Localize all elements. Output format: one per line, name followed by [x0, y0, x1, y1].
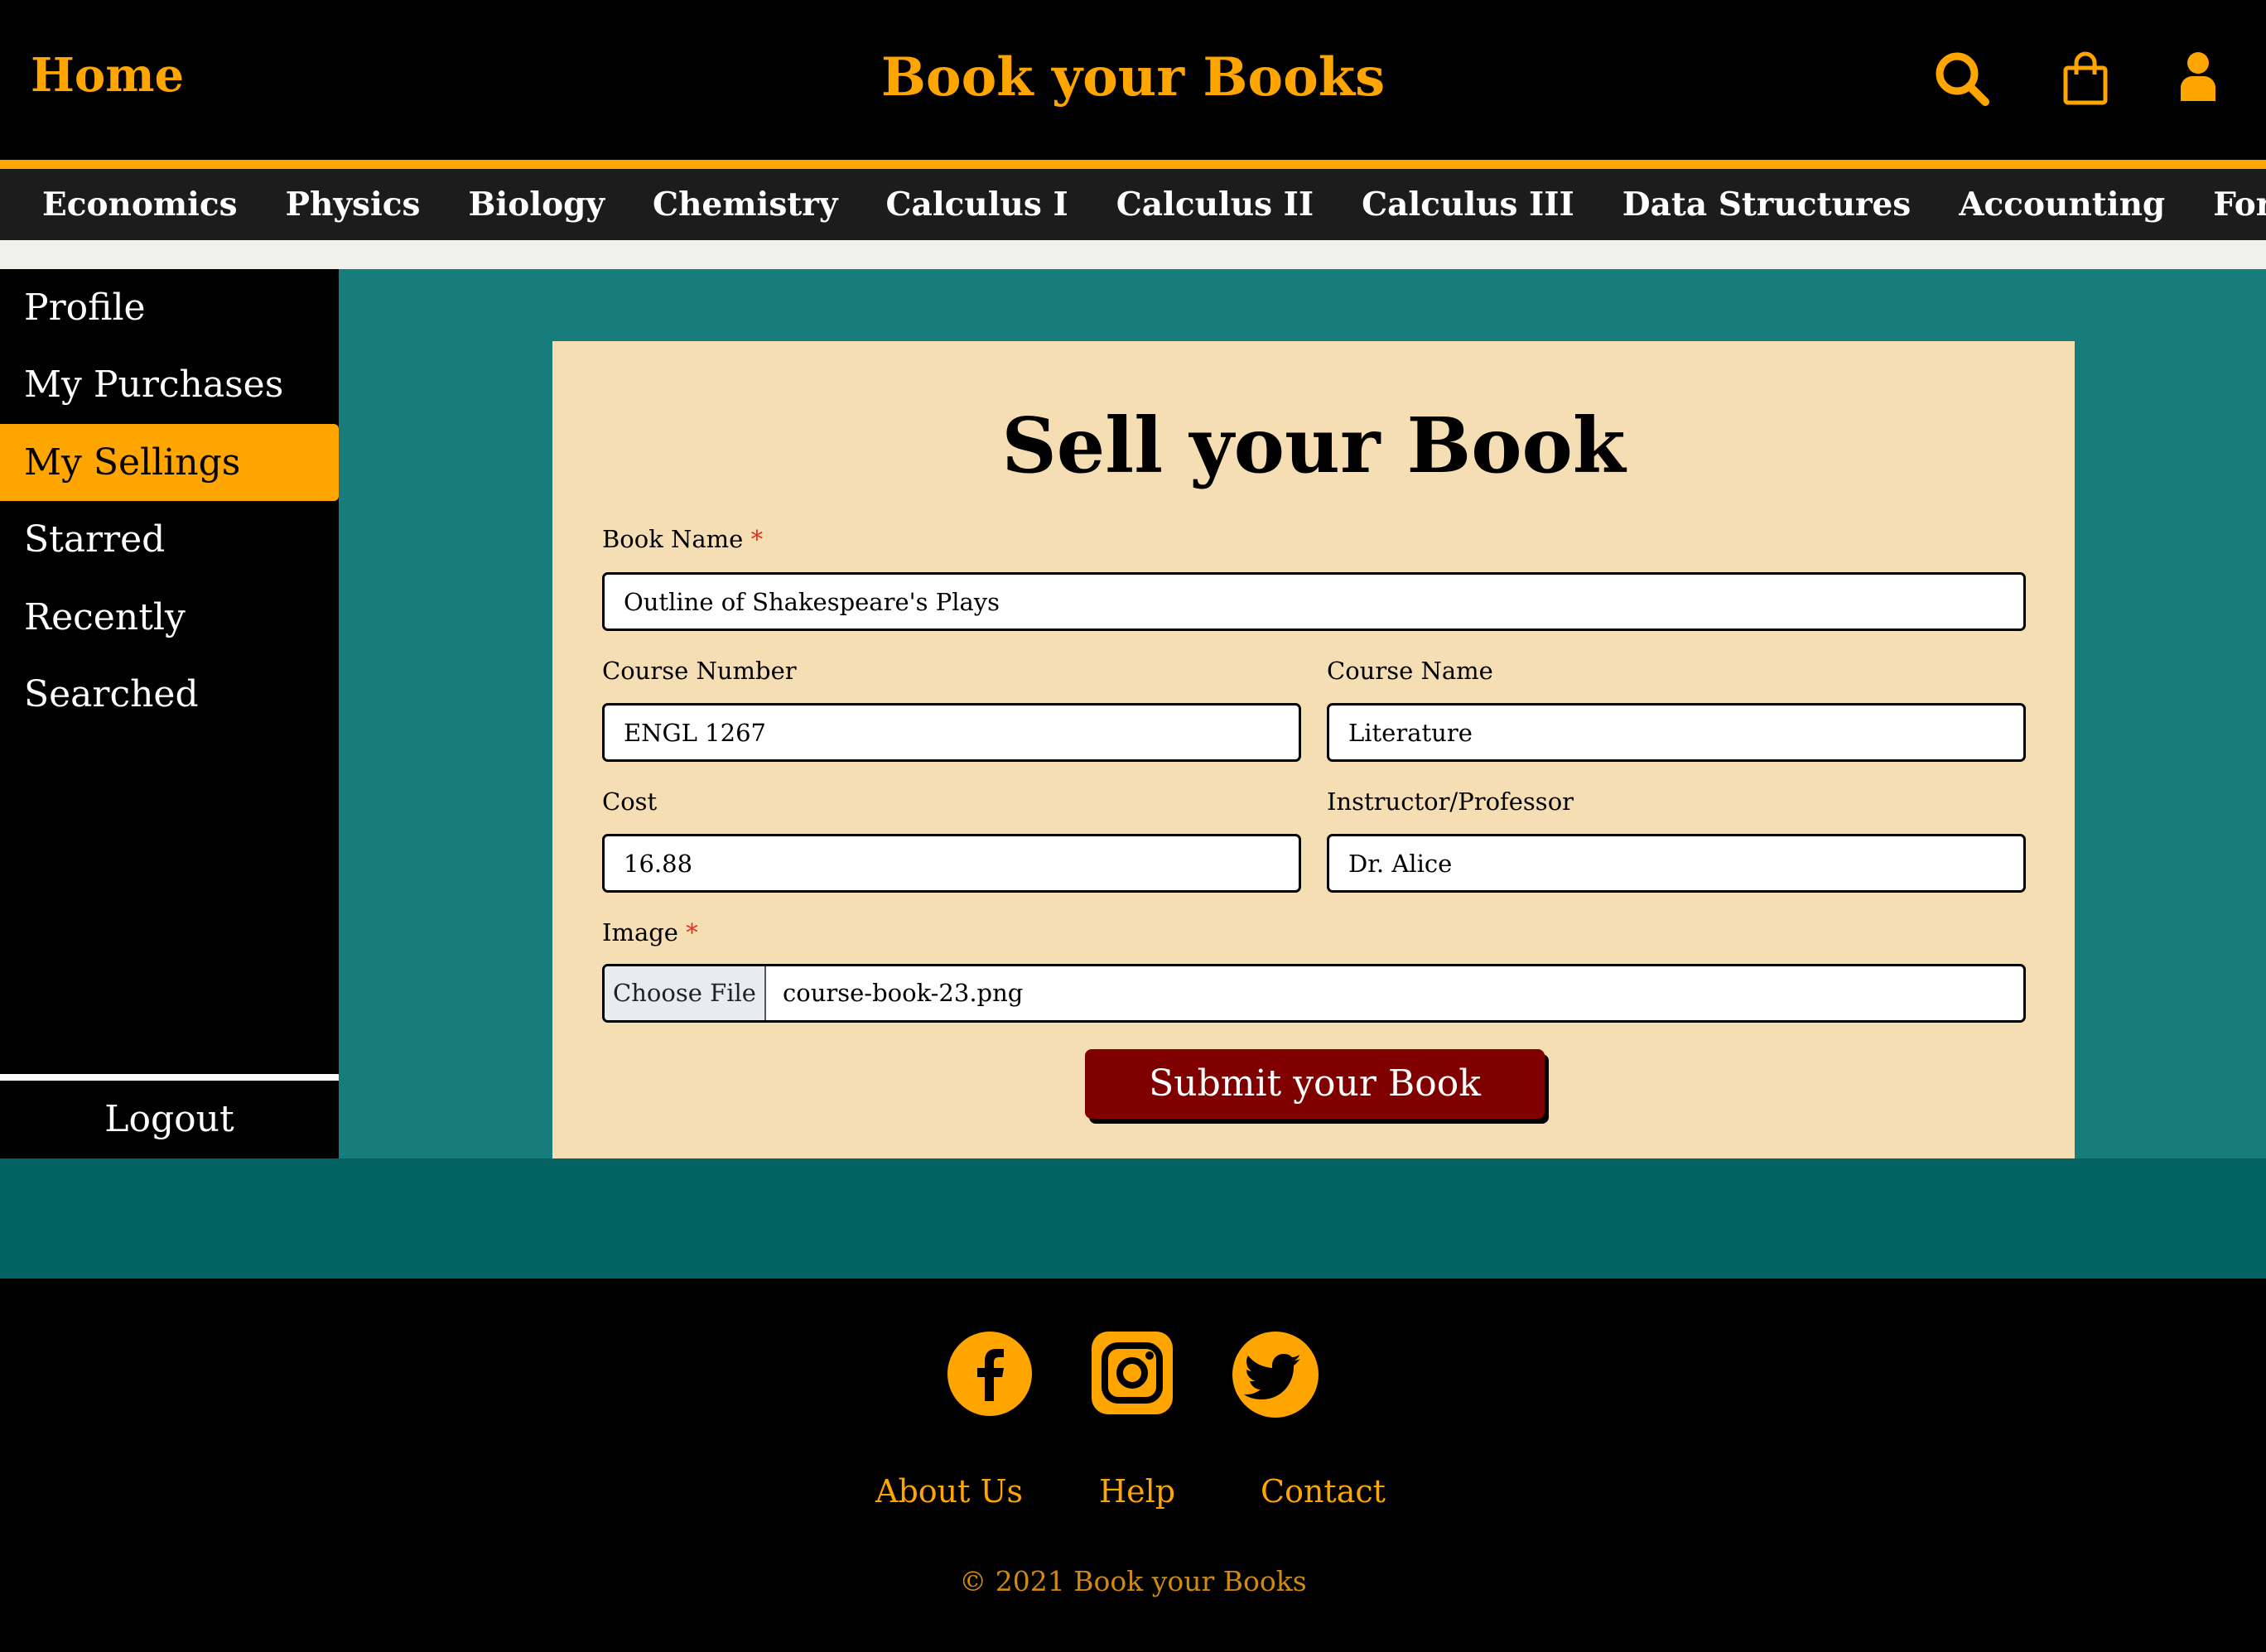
shopping-bag-icon[interactable] [2062, 51, 2109, 106]
category-nav: Economics Physics Biology Chemistry Calculus… [0, 169, 2266, 240]
instructor-label: Instructor/Professor [1327, 787, 1574, 816]
sidebar-item-recently-searched[interactable]: Recently Searched [0, 579, 339, 715]
category-calculus-2[interactable]: Calculus II [1116, 169, 1314, 240]
sidebar-divider [0, 1074, 339, 1081]
required-mark: * [686, 918, 698, 946]
category-calculus-1[interactable]: Calculus I [886, 169, 1068, 240]
selected-file-name: course-book-23.png [783, 979, 1024, 1007]
copyright-text: © 2021 Book your Books [959, 1565, 1307, 1597]
sidebar-item-profile[interactable]: Profile [0, 269, 339, 346]
search-icon[interactable] [1935, 51, 1989, 106]
footer-link-help[interactable]: Help [1099, 1473, 1175, 1510]
footer-link-about-us[interactable]: About Us [875, 1473, 1023, 1510]
site-footer: About Us Help Contact © 2021 Book your B… [0, 1279, 2266, 1652]
category-chemistry[interactable]: Chemistry [653, 169, 837, 240]
account-sidebar: Profile My Purchases My Sellings Starred… [0, 269, 339, 1158]
nav-spacer [0, 240, 2266, 269]
image-label-text: Image [602, 918, 678, 946]
cost-input[interactable] [602, 834, 1301, 893]
category-biology[interactable]: Biology [468, 169, 605, 240]
sidebar-item-my-sellings[interactable]: My Sellings [0, 424, 339, 501]
category-data-structures[interactable]: Data Structures [1622, 169, 1911, 240]
sidebar-item-starred[interactable]: Starred [0, 501, 339, 578]
choose-file-button[interactable]: Choose File [605, 966, 766, 1020]
category-physics[interactable]: Physics [286, 169, 421, 240]
book-name-label: Book Name * [602, 525, 763, 553]
content-bottom-band [0, 1158, 2266, 1279]
header-accent-line [0, 160, 2266, 169]
course-number-input[interactable] [602, 703, 1301, 762]
site-header: Home Book your Books [0, 0, 2266, 160]
sell-book-form: Sell your Book Book Name * Course Number… [552, 341, 2075, 1158]
book-name-input[interactable] [602, 572, 2026, 631]
submit-book-button[interactable]: Submit your Book [1085, 1049, 1545, 1119]
facebook-icon[interactable] [947, 1332, 1032, 1416]
cost-label: Cost [602, 787, 658, 816]
course-name-input[interactable] [1327, 703, 2026, 762]
twitter-icon[interactable] [1232, 1332, 1319, 1418]
required-mark: * [750, 525, 764, 553]
instructor-input[interactable] [1327, 834, 2026, 893]
user-icon[interactable] [2179, 51, 2217, 103]
form-title: Sell your Book [1001, 401, 1626, 490]
image-file-input[interactable]: Choose File course-book-23.png [602, 964, 2026, 1023]
instagram-icon[interactable] [1092, 1332, 1173, 1414]
site-title: Book your Books [880, 46, 1386, 108]
category-calculus-3[interactable]: Calculus III [1362, 169, 1574, 240]
category-economics[interactable]: Economics [42, 169, 238, 240]
image-label: Image * [602, 918, 698, 946]
category-forensic-science[interactable]: Forensic Science [2213, 169, 2266, 240]
footer-link-contact[interactable]: Contact [1261, 1473, 1386, 1510]
sidebar-item-my-purchases[interactable]: My Purchases [0, 346, 339, 423]
category-accounting[interactable]: Accounting [1959, 169, 2165, 240]
book-name-label-text: Book Name [602, 525, 744, 553]
course-name-label: Course Name [1327, 657, 1493, 685]
course-number-label: Course Number [602, 657, 797, 685]
logout-button[interactable]: Logout [0, 1081, 339, 1158]
